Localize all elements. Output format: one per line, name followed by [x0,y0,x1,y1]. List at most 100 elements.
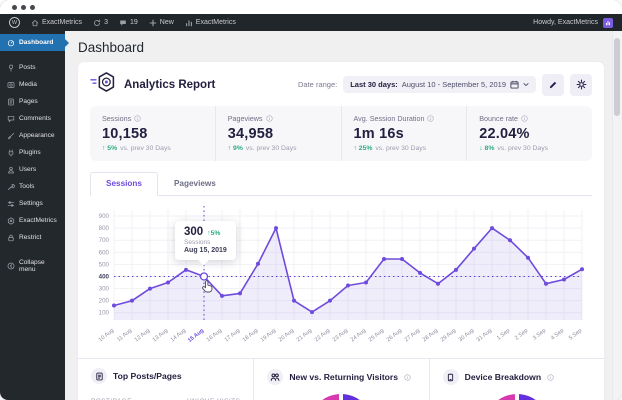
svg-text:14 Aug: 14 Aug [170,328,187,343]
svg-text:24 Aug: 24 Aug [350,328,367,343]
device-pie-chart[interactable] [484,394,549,400]
window-dot[interactable] [12,4,17,10]
sidebar-item-dashboard[interactable]: Dashboard [0,34,69,51]
svg-text:15 Aug: 15 Aug [187,327,206,343]
widget-title: New vs. Returning Visitors [289,372,399,382]
svg-text:11 Aug: 11 Aug [116,328,133,343]
info-icon[interactable] [427,115,435,122]
visitors-pie-chart[interactable] [309,394,374,400]
sidebar-item-label: Tools [19,183,35,190]
calendar-icon [510,80,519,89]
home-icon [31,19,39,27]
sidebar-item-tools[interactable]: Tools [0,178,65,195]
sidebar-item-label: Pages [19,98,38,105]
tab-pageviews[interactable]: Pageviews [158,172,232,196]
svg-text:2 Sep: 2 Sep [514,328,529,342]
scrollbar-thumb[interactable] [614,38,620,116]
sidebar-item-label: Restrict [19,234,42,241]
content-area: Dashboard Analytics Report Date range: L… [65,31,622,400]
chevron-down-icon [523,82,529,87]
gauge-icon [7,39,15,47]
sidebar-item-label: Appearance [19,132,55,139]
sidebar-item-exactmetrics[interactable]: ExactMetrics [0,212,65,229]
edit-button[interactable] [542,73,564,96]
svg-text:31 Aug: 31 Aug [476,328,493,343]
window-dot[interactable] [21,4,26,10]
svg-text:17 Aug: 17 Aug [224,328,241,343]
sidebar-item-comments[interactable]: Comments [0,110,65,127]
avatar[interactable] [603,17,613,28]
wordpress-icon: W [9,17,20,28]
svg-text:30 Aug: 30 Aug [458,328,475,343]
sidebar-item-users[interactable]: Users [0,161,65,178]
exactmetrics-logo-icon [90,71,116,98]
admin-bar-new[interactable]: New [149,19,174,27]
plus-icon [149,19,157,27]
info-icon[interactable] [521,115,528,122]
report-header: Analytics Report Date range: Last 30 day… [78,62,604,106]
user-icon [7,166,15,174]
window-dot[interactable] [30,4,35,10]
sidebar-item-collapse-menu[interactable]: Collapse menu [0,254,65,277]
svg-text:400: 400 [99,273,110,280]
sidebar-item-appearance[interactable]: Appearance [0,127,65,144]
sidebar-item-media[interactable]: Media [0,76,65,93]
svg-text:800: 800 [99,225,110,232]
admin-bar-exactmetrics[interactable]: ExactMetrics [185,19,236,27]
admin-bar-comments[interactable]: 19 [119,19,138,27]
scrollbar[interactable] [612,31,622,400]
sidebar-item-settings[interactable]: Settings [0,195,65,212]
info-icon[interactable] [404,368,411,386]
svg-text:29 Aug: 29 Aug [440,328,457,343]
tools-icon [7,183,15,191]
sidebar-item-plugins[interactable]: Plugins [0,144,65,161]
page-title: Dashboard [78,40,145,55]
sidebar-item-label: Users [19,166,37,173]
tab-sessions[interactable]: Sessions [90,172,158,196]
info-icon[interactable] [547,368,554,386]
plugin-icon [7,149,15,157]
device-icon [442,369,459,385]
date-range-selector[interactable]: Last 30 days: August 10 - September 5, 2… [343,76,536,93]
wp-admin-bar: W ExactMetrics 3 19 New ExactMetrics How… [0,14,622,31]
sidebar-item-label: Collapse menu [19,258,45,273]
info-icon[interactable] [134,115,141,122]
collapse-icon [7,262,15,270]
exactmetrics-icon [7,216,15,225]
stats-panel: Sessions 10,158 ↑ 5% vs. prev 30 Days Pag… [90,106,592,161]
hand-cursor-icon [202,280,213,298]
svg-text:200: 200 [99,298,110,305]
howdy-text[interactable]: Howdy, ExactMetrics [533,19,598,26]
sessions-chart: 100 200 300 400 500 600 700 800 900 10 Aug 11 Aug 1… [90,202,592,350]
lock-icon [7,234,15,242]
chart-tooltip: 300 ↑5% Sessions Aug 15, 2019 [175,221,236,261]
wp-sidebar: Dashboard Posts Media Pages Comments Appearan… [0,31,69,400]
report-widgets: Top Posts/Pages POST/PAGE UNIQUE VISITS … [78,358,604,400]
svg-text:19 Aug: 19 Aug [260,328,277,343]
svg-text:26 Aug: 26 Aug [386,328,403,343]
media-icon [7,81,15,89]
stat-pageviews: Pageviews 34,958 ↑ 9% vs. prev 30 Days [214,106,341,161]
svg-text:27 Aug: 27 Aug [404,328,421,343]
bar-chart-icon [185,19,193,27]
sidebar-item-label: Settings [19,200,43,207]
sidebar-item-posts[interactable]: Posts [0,59,65,76]
sidebar-item-label: Posts [19,64,36,71]
info-icon[interactable] [265,115,273,122]
browser-window: W ExactMetrics 3 19 New ExactMetrics How… [0,0,622,400]
sessions-area-chart[interactable]: 10020030040050060070080090010 Aug 11 Aug 1… [90,202,592,350]
update-icon [93,19,101,27]
admin-bar-updates[interactable]: 3 [93,19,108,27]
svg-text:4 Sep: 4 Sep [550,328,565,342]
settings-button[interactable] [570,73,592,96]
widget-top-posts: Top Posts/Pages POST/PAGE UNIQUE VISITS [78,359,253,400]
svg-text:20 Aug: 20 Aug [278,328,295,343]
gear-icon [576,79,587,90]
admin-bar-site-name[interactable]: ExactMetrics [31,19,82,27]
sidebar-item-pages[interactable]: Pages [0,93,65,110]
svg-text:300: 300 [99,286,110,293]
sidebar-item-label: ExactMetrics [19,217,57,224]
widget-title: Top Posts/Pages [113,371,182,381]
wp-logo-menu[interactable]: W [9,17,20,28]
sidebar-item-restrict[interactable]: Restrict [0,229,65,246]
